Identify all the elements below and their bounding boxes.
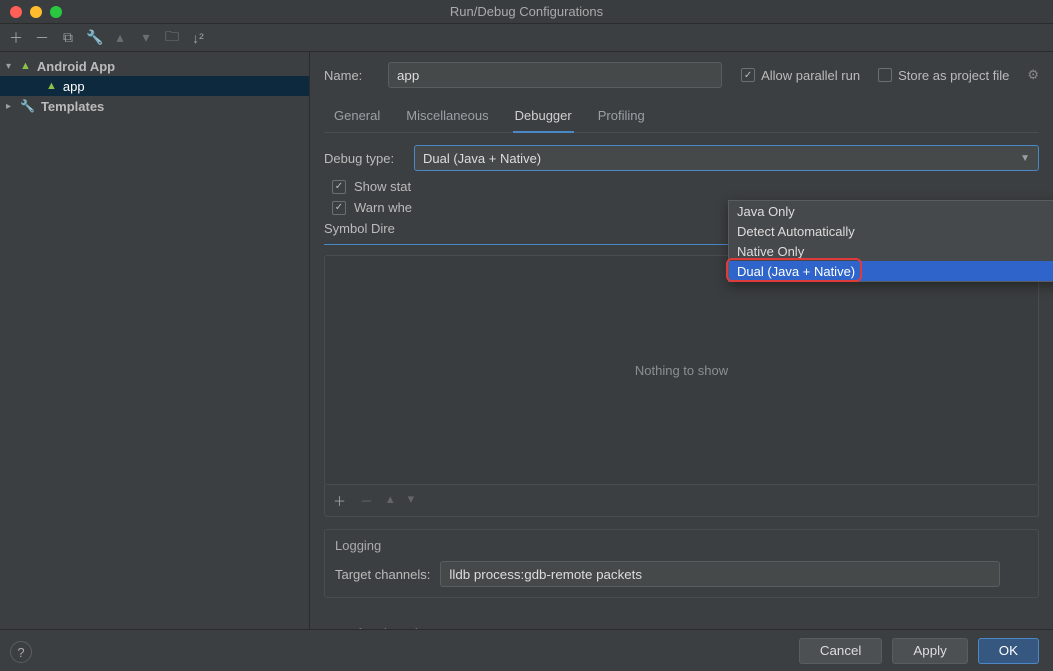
checkbox-icon bbox=[332, 201, 346, 215]
checkbox-icon bbox=[878, 68, 892, 82]
checkbox-icon bbox=[741, 68, 755, 82]
copy-config-icon[interactable]: ⧉ bbox=[60, 29, 76, 46]
show-static-label: Show stat bbox=[354, 179, 411, 194]
tab-general[interactable]: General bbox=[332, 102, 382, 132]
dropdown-option-dual[interactable]: Dual (Java + Native) bbox=[729, 261, 1053, 281]
add-icon[interactable]: ＋ bbox=[333, 491, 346, 510]
move-down-icon[interactable]: ▾ bbox=[138, 29, 154, 46]
edit-defaults-icon[interactable]: 🔧 bbox=[86, 29, 102, 46]
config-tree[interactable]: ▾ ▲ Android App ▲ app ▸ 🔧 Templates bbox=[0, 52, 310, 671]
name-row: Name: Allow parallel run Store as projec… bbox=[324, 62, 1039, 88]
symbol-directories-list[interactable]: Nothing to show bbox=[324, 255, 1039, 485]
ok-button[interactable]: OK bbox=[978, 638, 1039, 664]
dialog-footer: ? Cancel Apply OK bbox=[0, 629, 1053, 671]
tree-node-android-app[interactable]: ▾ ▲ Android App bbox=[0, 56, 309, 76]
wrench-icon: 🔧 bbox=[20, 99, 35, 113]
chevron-down-icon: ▾ bbox=[6, 61, 20, 72]
show-static-checkbox[interactable]: Show stat bbox=[332, 179, 1039, 194]
android-icon: ▲ bbox=[46, 80, 57, 92]
debug-type-label: Debug type: bbox=[324, 151, 404, 166]
tree-label: Templates bbox=[41, 99, 104, 114]
warn-label: Warn whe bbox=[354, 200, 412, 215]
debug-type-row: Debug type: Dual (Java + Native) ▼ bbox=[324, 145, 1039, 171]
allow-parallel-label: Allow parallel run bbox=[761, 68, 860, 83]
dropdown-option-java-only[interactable]: Java Only bbox=[729, 201, 1053, 221]
store-project-checkbox[interactable]: Store as project file bbox=[878, 68, 1009, 83]
empty-text: Nothing to show bbox=[635, 363, 728, 378]
name-label: Name: bbox=[324, 68, 378, 83]
tab-miscellaneous[interactable]: Miscellaneous bbox=[404, 102, 490, 132]
chevron-down-icon: ▼ bbox=[1020, 153, 1030, 164]
tree-label: app bbox=[63, 79, 85, 94]
close-window-icon[interactable] bbox=[10, 6, 22, 18]
target-channels-input[interactable] bbox=[440, 561, 1000, 587]
zoom-window-icon[interactable] bbox=[50, 6, 62, 18]
allow-parallel-checkbox[interactable]: Allow parallel run bbox=[741, 68, 860, 83]
sort-icon[interactable]: ↓² bbox=[190, 30, 206, 46]
help-button[interactable]: ? bbox=[10, 641, 32, 663]
move-up-icon[interactable]: ▴ bbox=[112, 29, 128, 46]
tree-node-templates[interactable]: ▸ 🔧 Templates bbox=[0, 96, 309, 116]
apply-button[interactable]: Apply bbox=[892, 638, 967, 664]
symbol-dir-label: Symbol Dire bbox=[324, 221, 395, 236]
move-down-icon[interactable]: ▾ bbox=[408, 491, 415, 510]
name-input[interactable] bbox=[388, 62, 722, 88]
tree-node-app[interactable]: ▲ app bbox=[0, 76, 309, 96]
config-toolbar: ＋ － ⧉ 🔧 ▴ ▾ 🗀 ↓² bbox=[0, 24, 1053, 52]
target-channels-label: Target channels: bbox=[335, 567, 430, 582]
dropdown-option-native-only[interactable]: Native Only bbox=[729, 241, 1053, 261]
titlebar: Run/Debug Configurations bbox=[0, 0, 1053, 24]
window-title: Run/Debug Configurations bbox=[450, 4, 603, 19]
store-project-label: Store as project file bbox=[898, 68, 1009, 83]
checkbox-icon bbox=[332, 180, 346, 194]
tab-bar: General Miscellaneous Debugger Profiling bbox=[324, 102, 1039, 133]
logging-panel: Logging Target channels: bbox=[324, 529, 1039, 598]
move-up-icon[interactable]: ▴ bbox=[387, 491, 394, 510]
add-config-icon[interactable]: ＋ bbox=[8, 28, 24, 48]
gear-icon[interactable]: ⚙ bbox=[1027, 67, 1039, 83]
tab-debugger[interactable]: Debugger bbox=[513, 102, 574, 133]
content-panel: Name: Allow parallel run Store as projec… bbox=[310, 52, 1053, 671]
chevron-right-icon: ▸ bbox=[6, 101, 20, 112]
tree-label: Android App bbox=[37, 59, 115, 74]
remove-icon[interactable]: － bbox=[360, 491, 373, 510]
android-icon: ▲ bbox=[20, 60, 31, 72]
tab-profiling[interactable]: Profiling bbox=[596, 102, 647, 132]
debug-type-select[interactable]: Dual (Java + Native) ▼ bbox=[414, 145, 1039, 171]
window-controls[interactable] bbox=[0, 6, 62, 18]
minimize-window-icon[interactable] bbox=[30, 6, 42, 18]
debug-type-dropdown[interactable]: Java Only Detect Automatically Native On… bbox=[728, 200, 1053, 282]
select-value: Dual (Java + Native) bbox=[423, 151, 541, 166]
symbol-dir-toolbar: ＋ － ▴ ▾ bbox=[324, 485, 1039, 517]
folder-icon[interactable]: 🗀 bbox=[164, 26, 180, 50]
dropdown-option-detect-auto[interactable]: Detect Automatically bbox=[729, 221, 1053, 241]
cancel-button[interactable]: Cancel bbox=[799, 638, 883, 664]
main-split: ▾ ▲ Android App ▲ app ▸ 🔧 Templates Name… bbox=[0, 52, 1053, 671]
logging-title: Logging bbox=[335, 538, 1028, 553]
remove-config-icon[interactable]: － bbox=[34, 28, 50, 48]
